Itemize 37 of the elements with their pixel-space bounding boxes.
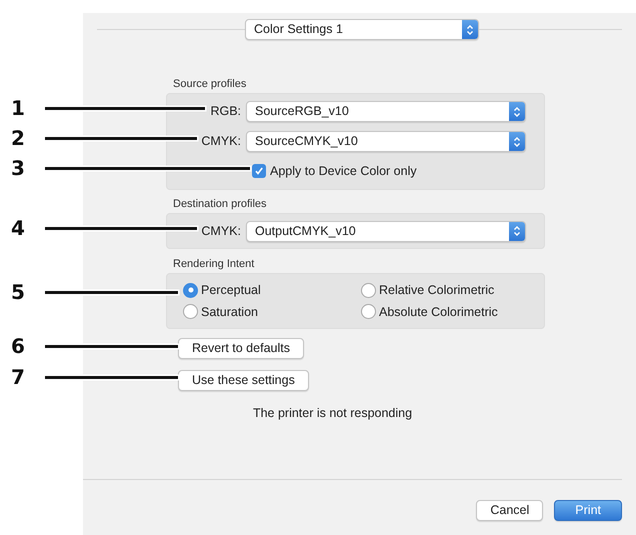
stepper-arrows-icon — [513, 225, 521, 238]
profile-popup[interactable]: SourceRGB_v10 — [246, 101, 526, 122]
radio-dot-icon — [188, 287, 194, 294]
callout-number: 1 — [11, 96, 25, 120]
group-title: Source profiles — [173, 78, 248, 91]
radio-option[interactable]: Perceptual — [183, 280, 361, 300]
apply-settings-button[interactable]: Use these settings — [178, 370, 309, 392]
group-title: Destination profiles — [173, 198, 268, 211]
radio-label: Saturation — [201, 304, 258, 320]
callout-number: 6 — [11, 334, 25, 358]
radio-label: Relative Colorimetric — [379, 282, 494, 299]
radio-option[interactable]: Saturation — [183, 302, 361, 322]
stepper-arrows-icon — [466, 24, 474, 36]
callout-number: 2 — [11, 126, 25, 150]
callout-number: 4 — [11, 216, 25, 240]
revert-button[interactable]: Revert to defaults — [178, 338, 304, 360]
radio-label: Perceptual — [201, 282, 261, 299]
checkbox-label: Apply to Device Color only — [270, 163, 417, 180]
profile-popup[interactable]: SourceCMYK_v10 — [246, 131, 526, 152]
stepper-arrows-icon — [513, 136, 521, 148]
stepper-arrows-icon — [513, 106, 521, 118]
callout-number: 3 — [11, 156, 25, 180]
radio-option[interactable]: Absolute Colorimetric — [361, 302, 541, 322]
checkmark-icon — [254, 166, 264, 176]
cancel-button[interactable]: Cancel — [476, 500, 544, 521]
settings-popup[interactable]: Color Settings 1 — [245, 19, 479, 40]
field-label: CMYK: — [200, 133, 242, 150]
profile-popup[interactable]: OutputCMYK_v10 — [246, 220, 526, 242]
callout-number: 5 — [11, 280, 25, 304]
checkbox[interactable] — [252, 164, 266, 178]
field-label: RGB: — [209, 103, 242, 120]
radio-option[interactable]: Relative Colorimetric — [361, 280, 541, 300]
radio-label: Absolute Colorimetric — [379, 304, 498, 320]
status-message: The printer is not responding — [252, 405, 414, 422]
field-label: CMYK: — [200, 222, 242, 240]
group-title: Rendering Intent — [173, 258, 256, 271]
callout-number: 7 — [11, 365, 25, 389]
